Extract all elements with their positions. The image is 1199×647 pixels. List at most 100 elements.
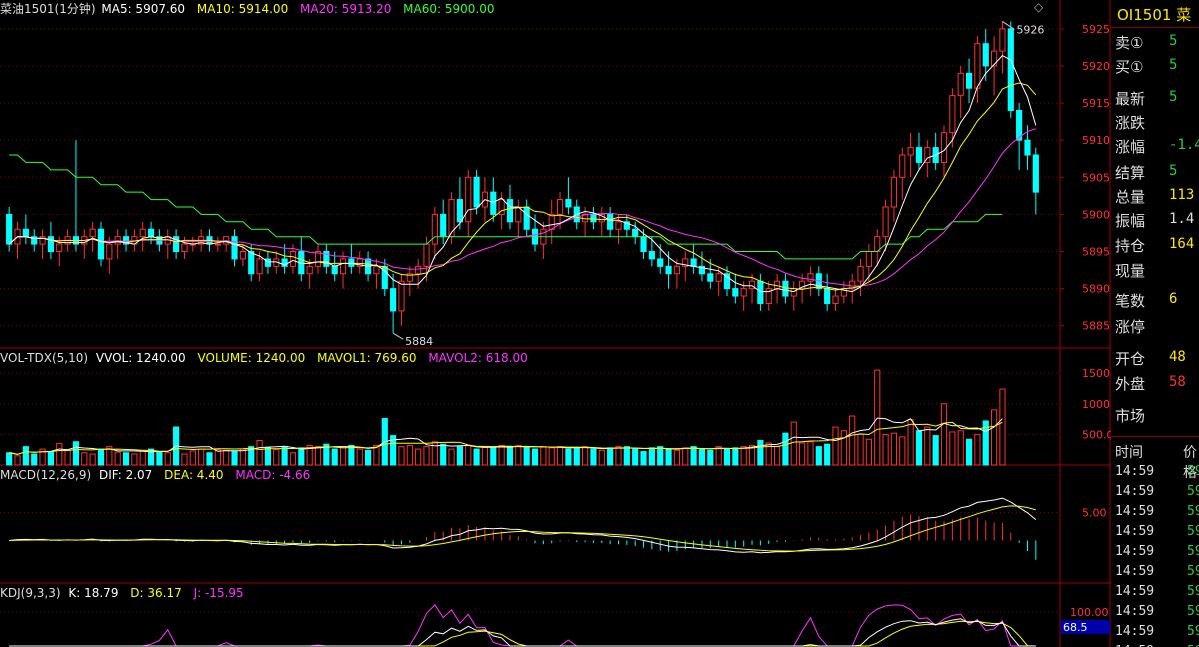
kdj-header: KDJ(9,3,3) K: 18.79 D: 36.17 J: -15.95	[0, 586, 252, 600]
candle-body	[949, 95, 956, 134]
candle-body	[390, 288, 397, 312]
vvol-legend: VVOL: 1240.00	[95, 351, 186, 365]
volume-bar	[690, 446, 697, 466]
volume-bar	[156, 451, 163, 466]
quote-row-value: 6	[1169, 291, 1178, 307]
candle-body	[607, 213, 614, 230]
quote-row-label: 现量	[1115, 262, 1146, 280]
volume-bar	[198, 448, 205, 466]
diamond-icon[interactable]: ◇	[1034, 0, 1043, 14]
quote-row: 涨幅 -1.4	[1111, 134, 1199, 158]
volume-bar	[239, 448, 246, 466]
tick-price: 59	[1187, 464, 1199, 479]
candle-body	[673, 265, 681, 275]
ma20-legend: MA20: 5913.20	[300, 2, 392, 16]
axis-layer: 5925 5920 5915 5910 5905 5900 5895 5890 5885 1500…	[1060, 23, 1111, 634]
volume-bar	[490, 447, 497, 466]
k-line	[9, 618, 1036, 647]
candle-body	[548, 213, 555, 230]
volume-bar	[799, 442, 806, 466]
candle-body	[915, 147, 923, 163]
candle-body	[832, 295, 839, 304]
tick-row: 14:59 59	[1115, 464, 1199, 484]
candle-body	[490, 191, 497, 215]
volume-bar	[531, 448, 539, 466]
ma10-line	[8, 82, 1037, 291]
candle-body	[907, 147, 914, 156]
dif-line	[9, 497, 1037, 554]
volume-bar	[824, 443, 831, 466]
price-axis-label: 5925	[1082, 23, 1110, 36]
candle-body	[1007, 28, 1014, 111]
volume-bar	[398, 446, 405, 466]
volume-bar	[632, 448, 639, 466]
price-axis-label: 5885	[1082, 320, 1110, 333]
volume-bar	[139, 449, 146, 466]
candle-body	[899, 154, 906, 178]
candle-body	[348, 258, 355, 267]
quote-row-value: -1.4	[1169, 137, 1199, 153]
quote-row-value: 58	[1169, 374, 1186, 390]
volume-bar	[31, 453, 38, 466]
volume-bar	[807, 441, 814, 466]
volume-bar	[924, 426, 931, 466]
candle-body	[732, 288, 739, 297]
volume-bar	[949, 431, 956, 466]
volume-bar	[356, 448, 363, 466]
macd-indicator-name: MACD(12,26,9)	[0, 468, 92, 482]
volume-bar	[481, 446, 489, 466]
tick-price: 59	[1187, 604, 1199, 619]
quote-row-label: 外盘	[1115, 375, 1146, 393]
candle-body	[857, 265, 864, 282]
k-legend: K: 18.79	[68, 586, 119, 600]
d-legend: D: 36.17	[130, 586, 182, 600]
candle-body	[965, 72, 973, 89]
tick-time: 14:59	[1115, 544, 1155, 559]
candle-body	[398, 280, 405, 312]
volume-bar	[882, 433, 889, 466]
volume-bar	[865, 438, 872, 466]
volume-pane	[6, 369, 1006, 466]
volume-bar	[665, 448, 672, 466]
volume-bar	[47, 451, 54, 466]
candle-body	[214, 243, 221, 246]
quote-row: 外盘 58	[1111, 371, 1199, 395]
volume-bar	[364, 449, 372, 466]
mavol1-legend: MAVOL1: 769.60	[317, 351, 417, 365]
volume-bar	[548, 447, 555, 466]
ma5-legend: MA5: 5907.60	[101, 2, 186, 16]
tick-price: 59	[1187, 624, 1199, 639]
volume-bar	[456, 446, 463, 466]
quote-row-label: 涨停	[1115, 318, 1146, 336]
volume-bar	[523, 446, 530, 466]
volume-bar	[899, 436, 906, 466]
candle-body	[139, 228, 146, 238]
volume-bar	[81, 452, 88, 466]
candle-body	[89, 228, 96, 238]
quote-row: 涨停	[1111, 314, 1199, 338]
volume-bar	[273, 449, 280, 466]
volume-bar	[181, 453, 188, 466]
volume-bar	[281, 446, 288, 466]
volume-bar	[506, 446, 514, 466]
candle-body	[415, 265, 422, 275]
quote-row-label: 涨跌	[1115, 114, 1146, 132]
volume-bar	[131, 453, 138, 466]
volume-bar	[857, 433, 864, 466]
quote-row: 持仓 164	[1111, 233, 1199, 257]
quote-row: 最新 5	[1111, 86, 1199, 110]
volume-bar	[314, 446, 322, 466]
d-line	[9, 620, 1036, 647]
quote-panel: OI1501 菜 卖① 5 买① 5 最新 5 涨跌 涨幅 -1.4 结算 5 总量 113 振幅 1.4 持…	[1111, 0, 1199, 647]
candle-body	[757, 280, 764, 304]
volume-bar	[657, 446, 664, 466]
volume-bar	[556, 446, 564, 466]
mavol2-legend: MAVOL2: 618.00	[428, 351, 528, 365]
volume-bar	[565, 448, 572, 466]
chart-canvas[interactable]: 5926 5884 5925 5920 5915 5910 5905 5900 5895 589…	[0, 0, 1111, 647]
candle-body	[782, 280, 789, 297]
grid-layer	[0, 0, 1111, 647]
price-axis-label: 5890	[1082, 283, 1110, 296]
volume-bar	[957, 430, 964, 466]
volume-bar	[231, 451, 238, 466]
